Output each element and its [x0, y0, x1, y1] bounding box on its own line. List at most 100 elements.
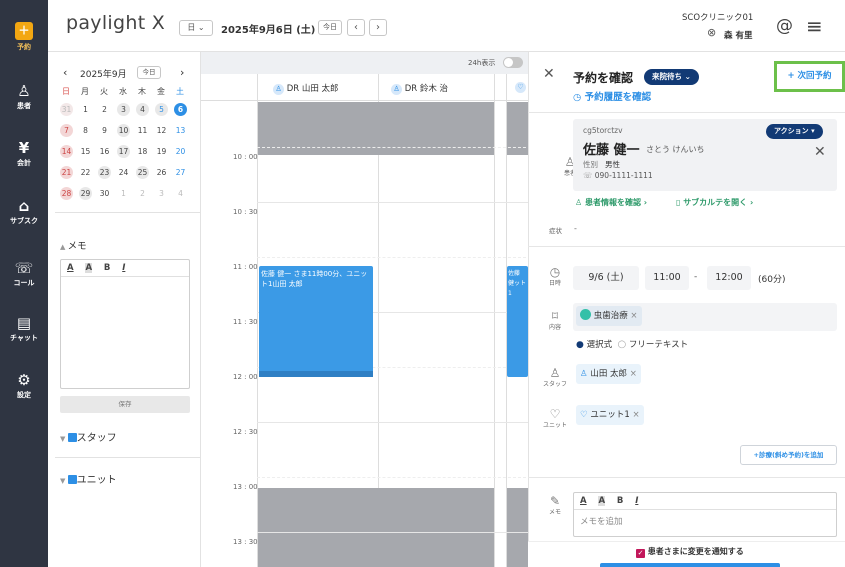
appointment-event-partial[interactable]: 佐藤 健ット1: [507, 266, 528, 377]
calendar-day[interactable]: 20: [174, 145, 187, 158]
calendar-day[interactable]: 3: [155, 187, 168, 200]
nav-reservation[interactable]: ＋予約: [0, 18, 48, 52]
calendar-day[interactable]: 21: [60, 166, 73, 179]
nav-accounting[interactable]: ¥ 会計: [0, 140, 48, 168]
end-time-field[interactable]: 12:00: [707, 266, 751, 290]
view-select[interactable]: 日 ⌄: [179, 20, 213, 36]
calendar-today-button[interactable]: 今日: [137, 66, 161, 79]
calendar-day[interactable]: 18: [136, 145, 149, 158]
calendar-day[interactable]: 23: [98, 166, 111, 179]
calendar-day[interactable]: 7: [60, 124, 73, 137]
subkarte-link[interactable]: ▯ サブカルテを開く ›: [676, 197, 753, 208]
mention-icon[interactable]: @: [776, 16, 793, 36]
calendar-day[interactable]: 9: [98, 124, 111, 137]
calendar-day[interactable]: 2: [98, 103, 111, 116]
time-label: 10 : 30: [233, 208, 258, 216]
calendar-day[interactable]: 13: [174, 124, 187, 137]
nav-chat[interactable]: ▤ チャット: [0, 315, 48, 343]
calendar-day[interactable]: 29: [79, 187, 92, 200]
date-field[interactable]: 9/6 (土): [573, 266, 639, 290]
memo-editor[interactable]: A A B I: [60, 259, 190, 389]
calendar-day[interactable]: 17: [117, 145, 130, 158]
remove-icon[interactable]: ×: [630, 369, 637, 379]
calendar-day[interactable]: 10: [117, 124, 130, 137]
24h-toggle[interactable]: [503, 57, 523, 68]
nav-call[interactable]: ☏ コール: [0, 260, 48, 288]
grid-line: [257, 422, 531, 423]
calendar-day[interactable]: 6: [174, 103, 187, 116]
nav-subscription[interactable]: ⌂ サブスク: [0, 198, 48, 226]
menu-icon[interactable]: ≡: [806, 14, 823, 38]
calendar-day[interactable]: 11: [136, 124, 149, 137]
calendar-day[interactable]: 12: [155, 124, 168, 137]
calendar-day[interactable]: 22: [79, 166, 92, 179]
treatment-chip[interactable]: 虫歯治療 ×: [576, 306, 642, 326]
appointment-event[interactable]: 佐藤 健一 さま11時00分、ユニット1山田 太郎: [259, 266, 373, 377]
memo-section[interactable]: ▲ メモ: [60, 238, 87, 252]
bold-icon[interactable]: B: [617, 496, 623, 506]
memo-save-button[interactable]: 保存: [60, 396, 190, 413]
calendar-day[interactable]: 19: [155, 145, 168, 158]
detail-memo-editor[interactable]: A A B I メモを追加: [573, 492, 837, 537]
staff-chip[interactable]: ♙ 山田 太郎 ×: [576, 364, 641, 384]
clear-format-icon[interactable]: I: [122, 263, 125, 273]
calendar-day[interactable]: 15: [79, 145, 92, 158]
next-month-button[interactable]: ›: [180, 66, 184, 79]
staff-filter[interactable]: ▼ スタッフ: [60, 429, 117, 444]
status-badge[interactable]: 来院待ち ⌄: [644, 69, 699, 85]
highlight-icon[interactable]: A: [598, 496, 606, 506]
unit-filter[interactable]: ▼ ユニット: [60, 471, 117, 486]
history-link[interactable]: ◷ 予約履歴を確認: [573, 89, 651, 103]
calendar-day[interactable]: 24: [117, 166, 130, 179]
checkbox-icon[interactable]: [67, 475, 77, 484]
action-button[interactable]: アクション ▾: [766, 124, 823, 139]
user-name[interactable]: 森 有里: [724, 29, 752, 41]
nav-settings[interactable]: ⚙ 設定: [0, 372, 48, 400]
calendar-day[interactable]: 2: [136, 187, 149, 200]
calendar-day[interactable]: 1: [79, 103, 92, 116]
unit-chip[interactable]: ♡ ユニット1 ×: [576, 405, 644, 425]
submit-button-edge[interactable]: [600, 563, 780, 567]
calendar-day[interactable]: 16: [98, 145, 111, 158]
calendar-day[interactable]: 26: [155, 166, 168, 179]
patient-info-link[interactable]: ♙ 患者情報を確認 ›: [575, 197, 647, 208]
calendar-day[interactable]: 5: [155, 103, 168, 116]
notify-checkbox[interactable]: ✓ 患者さまに変更を通知する: [636, 546, 744, 558]
underline-icon[interactable]: A: [580, 496, 587, 506]
calendar-day[interactable]: 8: [79, 124, 92, 137]
nav-patients[interactable]: ♙ 患者: [0, 83, 48, 111]
checkbox-icon[interactable]: [67, 433, 77, 442]
column-header-doctor-2[interactable]: ♙ DR 鈴木 治: [391, 82, 448, 95]
column-header-doctor-1[interactable]: ♙ DR 山田 太郎: [273, 82, 339, 95]
calendar-day[interactable]: 3: [117, 103, 130, 116]
calendar-day[interactable]: 31: [60, 103, 73, 116]
underline-icon[interactable]: A: [67, 263, 74, 273]
radio-selected-icon[interactable]: ●: [576, 340, 584, 350]
clear-format-icon[interactable]: I: [635, 496, 638, 506]
add-treatment-button[interactable]: +診療(斜め予約)を追加: [740, 445, 837, 465]
start-time-field[interactable]: 11:00: [645, 266, 689, 290]
prev-day-button[interactable]: ‹: [347, 19, 365, 36]
calendar-day[interactable]: 25: [136, 166, 149, 179]
remove-icon[interactable]: ×: [630, 311, 637, 321]
calendar-day[interactable]: 4: [136, 103, 149, 116]
bold-icon[interactable]: B: [104, 263, 110, 273]
calendar-day[interactable]: 1: [117, 187, 130, 200]
calendar-day[interactable]: 27: [174, 166, 187, 179]
calendar-day[interactable]: 30: [98, 187, 111, 200]
calendar-day[interactable]: 4: [174, 187, 187, 200]
highlight-icon[interactable]: A: [85, 263, 93, 273]
remove-icon[interactable]: ×: [632, 410, 639, 420]
radio-unselected-icon[interactable]: ○: [617, 339, 626, 350]
prev-month-button[interactable]: ‹: [63, 66, 67, 79]
24h-label: 24h表示: [468, 59, 496, 67]
next-day-button[interactable]: ›: [369, 19, 387, 36]
next-reservation-button[interactable]: + 次回予約: [774, 61, 845, 92]
phone-number: ☏ 090-1111-1111: [583, 171, 653, 180]
calendar-day[interactable]: 28: [60, 187, 73, 200]
close-icon[interactable]: ✕: [543, 66, 555, 82]
content-label: ⌑ 内容: [541, 310, 569, 331]
remove-patient-icon[interactable]: ✕: [814, 144, 826, 160]
today-button[interactable]: 今日: [318, 20, 342, 35]
calendar-day[interactable]: 14: [60, 145, 73, 158]
